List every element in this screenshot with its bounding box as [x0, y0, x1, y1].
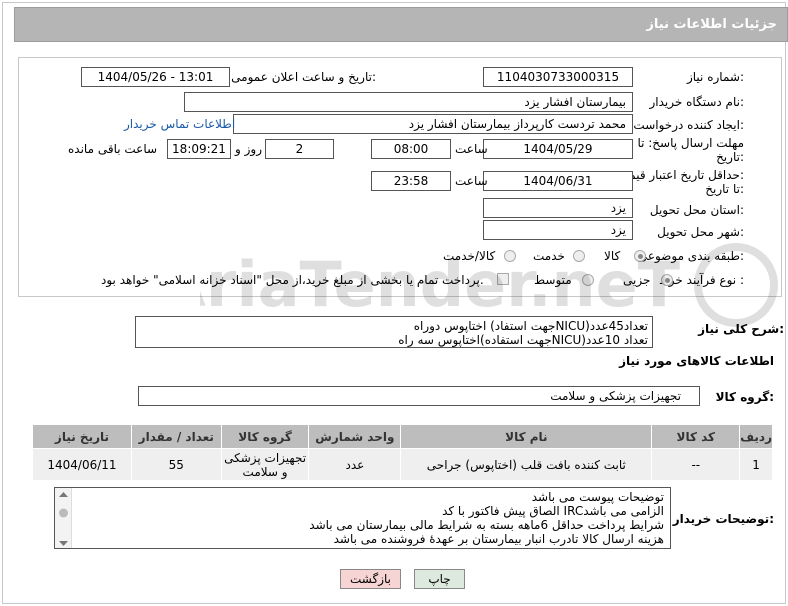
- category-option-goods: کالا: [604, 249, 621, 263]
- treasury-payment-checkbox[interactable]: [497, 273, 509, 285]
- cell-row: 1: [739, 448, 773, 481]
- description-textarea[interactable]: اختاپوس دوراه (جهت استفادNICU)تعداد45عدد…: [135, 316, 653, 348]
- col-quantity: تعداد / مقدار: [130, 424, 222, 449]
- price-validity-time-field: 23:58: [371, 171, 451, 191]
- scroll-up-icon[interactable]: [59, 492, 68, 497]
- goods-section-title: اطلاعات کالاهای مورد نیاز: [619, 354, 774, 368]
- col-need-date: تاریخ نیاز: [32, 424, 132, 449]
- remaining-label: ساعت باقی مانده: [68, 142, 158, 156]
- deadline-time-field: 08:00: [371, 139, 451, 159]
- table-header-row: ردیف کد کالا نام کالا واحد شمارش گروه کا…: [32, 424, 773, 449]
- buyer-notes-textarea[interactable]: توضیحات پیوست می باشد الصاق پیش فاکتور ب…: [54, 487, 671, 549]
- deadline-label-2: تاریخ:: [716, 150, 744, 164]
- notes-line: شرایط پرداخت حداقل 6ماهه بسته به شرایط م…: [309, 518, 664, 532]
- description-label: شرح کلی نیاز:: [698, 322, 784, 336]
- announce-field: 1404/05/26 - 13:01: [81, 67, 230, 87]
- description-line: اختاپوس دوراه (جهت استفادNICU)تعداد45عدد: [413, 319, 648, 333]
- cell-need-date: 1404/06/11: [32, 448, 132, 481]
- back-button[interactable]: بازگشت: [340, 569, 401, 589]
- col-name: نام کالا: [400, 424, 653, 449]
- page-title: جزئیات اطلاعات نیاز: [646, 17, 777, 32]
- payment-note: پرداخت تمام یا بخشی از مبلغ خرید،از محل …: [101, 273, 484, 287]
- deadline-label-1: مهلت ارسال پاسخ: تا: [637, 136, 744, 150]
- days-field: 2: [265, 139, 334, 159]
- cell-quantity: 55: [130, 448, 222, 481]
- print-button[interactable]: چاپ: [414, 569, 465, 589]
- cell-unit: عدد: [308, 448, 402, 481]
- buyer-org-field: بیمارستان افشار یزد: [184, 92, 633, 112]
- scroll-thumb[interactable]: [59, 508, 68, 518]
- notes-line: الصاق پیش فاکتور با کد IRCالزامی می باشد: [442, 504, 664, 518]
- price-validity-label-1: حداقل تاریخ اعتبار قیمت:: [617, 168, 744, 182]
- buyer-notes-label: توضیحات خریدار:: [672, 512, 774, 526]
- province-label: استان محل تحویل:: [649, 203, 744, 217]
- price-validity-time-label: ساعت: [455, 174, 488, 188]
- goods-group-label: گروه کالا:: [715, 390, 774, 404]
- days-label: روز و: [235, 142, 262, 156]
- col-unit: واحد شمارش: [308, 424, 402, 449]
- notes-scrollbar[interactable]: [55, 488, 72, 548]
- price-validity-date-field: 1404/06/31: [483, 171, 633, 191]
- goods-group-field: تجهیزات پزشکی و سلامت: [138, 386, 700, 406]
- city-field: یزد: [483, 220, 633, 240]
- category-option-service: خدمت: [533, 249, 565, 263]
- scroll-down-icon[interactable]: [59, 541, 68, 546]
- category-label: طبقه بندی موضوعی:: [637, 249, 744, 263]
- title-bar: جزئیات اطلاعات نیاز: [14, 7, 788, 42]
- city-label: شهر محل تحویل:: [657, 225, 744, 239]
- col-group: گروه کالا: [220, 424, 310, 449]
- notes-line: هزینه ارسال کالا تادرب انبار بیمارستان ب…: [333, 532, 664, 546]
- cell-name: ثابت کننده بافت قلب (اختاپوس) جراحی: [400, 448, 653, 481]
- buyer-contact-link[interactable]: اطلاعات تماس خریدار: [124, 117, 235, 131]
- province-field: یزد: [483, 198, 633, 218]
- requester-field: محمد تردست کارپرداز بیمارستان افشار یزد: [233, 114, 633, 134]
- category-radio-goods-service[interactable]: [504, 250, 516, 262]
- category-radio-goods[interactable]: [634, 250, 646, 262]
- col-row: ردیف: [739, 424, 773, 449]
- description-line: اختاپوس سه راه(جهت استفادهNICU)تعداد 10ع…: [398, 333, 648, 347]
- price-validity-label-2: تا تاریخ:: [705, 182, 744, 196]
- cell-code: --: [651, 448, 741, 481]
- items-table: ردیف کد کالا نام کالا واحد شمارش گروه کا…: [32, 424, 773, 481]
- process-option-medium: متوسط: [534, 273, 572, 287]
- category-radio-service[interactable]: [573, 250, 585, 262]
- deadline-date-field: 1404/05/29: [483, 139, 633, 159]
- col-code: کد کالا: [651, 424, 741, 449]
- notes-line: توضیحات پیوست می باشد: [531, 490, 664, 504]
- need-number-field: 1104030733000315: [483, 67, 633, 87]
- remaining-time-field: 18:09:21: [167, 139, 231, 159]
- category-option-goods-service: کالا/خدمت: [443, 249, 496, 263]
- need-number-label: شماره نیاز:: [686, 70, 744, 84]
- cell-group: تجهیزات پزشکی و سلامت: [220, 448, 310, 481]
- process-radio-medium[interactable]: [582, 274, 594, 286]
- deadline-time-label: ساعت: [455, 142, 488, 156]
- announce-label: تاریخ و ساعت اعلان عمومی:: [231, 70, 376, 84]
- table-row: 1 -- ثابت کننده بافت قلب (اختاپوس) جراحی…: [32, 448, 773, 481]
- process-option-minor: جزیی: [623, 273, 651, 287]
- process-radio-minor[interactable]: [661, 274, 673, 286]
- requester-label: ایجاد کننده درخواست:: [633, 118, 744, 132]
- buyer-org-label: نام دستگاه خریدار:: [649, 95, 745, 109]
